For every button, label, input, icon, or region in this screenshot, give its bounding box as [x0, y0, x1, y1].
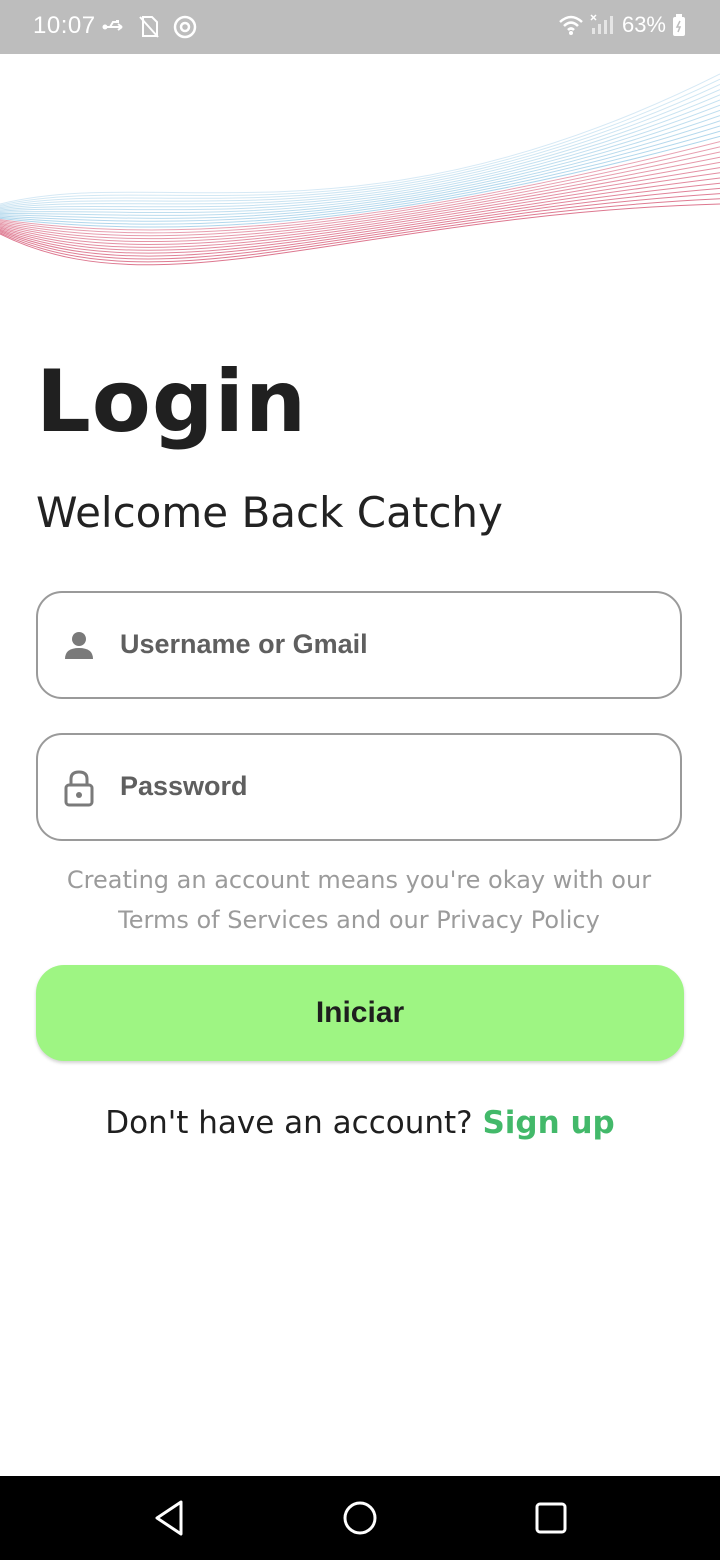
signal-icon	[590, 14, 613, 34]
status-left-icons	[102, 14, 198, 40]
navigation-bar	[0, 1476, 720, 1560]
data-saver-icon	[173, 15, 197, 39]
status-right: 63%	[558, 12, 686, 38]
login-screen: 10:07 63% Login Welcome Back Catchy User…	[0, 0, 720, 1560]
wifi-icon	[559, 15, 583, 35]
page-subtitle: Welcome Back Catchy	[36, 488, 503, 537]
battery-percentage: 63%	[621, 12, 666, 37]
login-button[interactable]: Iniciar	[36, 965, 684, 1061]
username-field[interactable]: Username or Gmail	[36, 591, 682, 699]
signup-link[interactable]: Sign up	[482, 1105, 614, 1141]
usb-icon	[102, 20, 123, 31]
wave-line	[0, 99, 720, 211]
terms-line-1: Creating an account means you're okay wi…	[66, 866, 652, 894]
password-placeholder: Password	[120, 771, 248, 801]
wave-line	[0, 94, 720, 210]
page-title: Login	[36, 352, 308, 452]
username-placeholder: Username or Gmail	[120, 629, 368, 659]
back-icon[interactable]	[147, 1496, 191, 1540]
lock-icon	[64, 770, 94, 807]
home-icon[interactable]	[338, 1496, 382, 1540]
wave-line	[0, 78, 720, 206]
wave-line	[0, 73, 720, 205]
signup-row: Don't have an account? Sign up	[0, 1105, 720, 1141]
battery-icon	[673, 14, 685, 36]
person-icon	[65, 632, 93, 659]
terms-notice: Creating an account means you're okay wi…	[36, 860, 682, 940]
recent-apps-icon[interactable]	[529, 1496, 573, 1540]
status-time: 10:07	[33, 12, 96, 39]
header-wave-decoration	[0, 73, 720, 266]
no-sim-icon	[139, 16, 159, 38]
password-field[interactable]: Password	[36, 733, 682, 841]
status-bar: 10:07 63%	[0, 0, 720, 54]
signup-prompt: Don't have an account?	[105, 1105, 473, 1141]
terms-line-2: Terms of Services and our Privacy Policy	[118, 906, 600, 934]
